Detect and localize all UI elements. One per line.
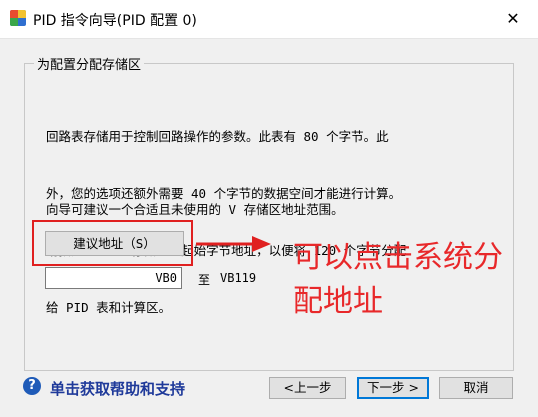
next-button[interactable]: 下一步 > [357, 377, 429, 399]
group-legend: 为配置分配存储区 [34, 54, 145, 73]
help-icon[interactable]: ? [23, 377, 41, 395]
annotation-line: 配地址 [293, 284, 383, 319]
cancel-button[interactable]: 取消 [439, 377, 513, 399]
suggest-hint-text: 向导可建议一个合适且未使用的 V 存储区地址范围。 [46, 202, 344, 217]
annotation-text: 可以点击系统分 配地址 [293, 236, 533, 324]
prev-button[interactable]: <上一步 [269, 377, 346, 399]
end-address-value: VB119 [220, 271, 257, 285]
description-line: 回路表存储用于控制回路操作的参数。此表有 80 个字节。此 [46, 129, 389, 144]
to-label: 至 [198, 273, 211, 287]
close-icon[interactable]: ✕ [496, 4, 530, 34]
window-title: PID 指令向导(PID 配置 0) [33, 13, 197, 29]
start-address-input[interactable]: VB0 [45, 267, 182, 289]
app-icon [10, 10, 26, 26]
annotation-highlight-box [32, 220, 193, 266]
annotation-line: 可以点击系统分 [293, 240, 503, 275]
annotation-arrow-icon [196, 236, 271, 252]
title-bar: PID 指令向导(PID 配置 0) ✕ [0, 0, 538, 39]
help-link[interactable]: 单击获取帮助和支持 [50, 378, 185, 399]
